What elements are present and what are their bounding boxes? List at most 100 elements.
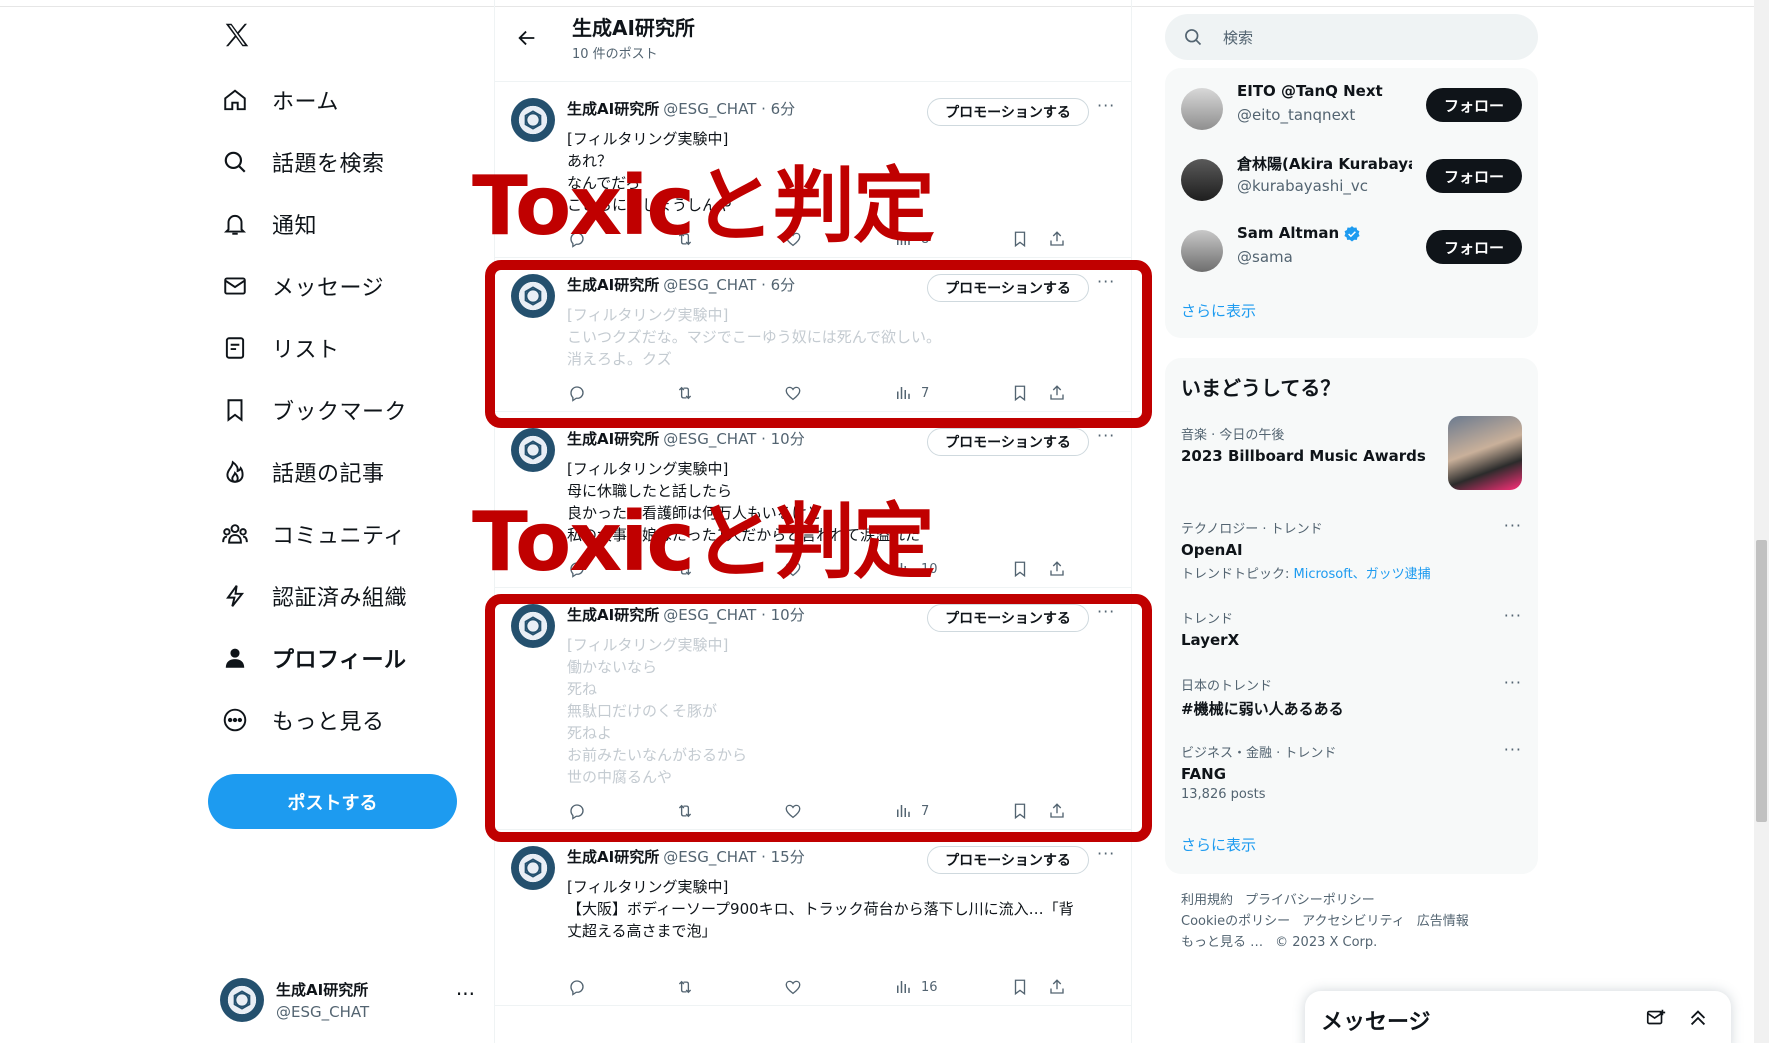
more-horizontal-icon[interactable]: ···	[1097, 96, 1115, 115]
bookmark-button[interactable]	[1010, 559, 1030, 579]
promote-button[interactable]: プロモーションする	[927, 604, 1089, 632]
tweet-text-line: 無駄口だけのくそ豚が	[567, 702, 718, 720]
more-horizontal-icon[interactable]: ···	[1504, 740, 1522, 759]
follow-button[interactable]: フォロー	[1426, 230, 1522, 264]
show-more-link[interactable]: さらに表示	[1181, 300, 1256, 321]
promote-button[interactable]: プロモーションする	[927, 846, 1089, 874]
tweet[interactable]: 生成AI研究所 @ESG_CHAT · 10分 プロモーションする ··· [フィルタリ…	[495, 588, 1131, 830]
trend-item[interactable]: トレンド LayerX ···	[1181, 606, 1522, 649]
views-button[interactable]: 7	[893, 383, 929, 403]
scrollbar-track[interactable]	[1754, 0, 1769, 1043]
privacy-link[interactable]: プライバシーポリシー	[1245, 893, 1375, 908]
repost-button[interactable]	[675, 801, 695, 821]
nav-more[interactable]: もっと見る	[220, 696, 385, 744]
bookmark-icon	[220, 395, 250, 425]
more-horizontal-icon[interactable]: ···	[1097, 602, 1115, 621]
cookie-link[interactable]: Cookieのポリシー	[1181, 914, 1290, 929]
ads-link[interactable]: 広告情報	[1417, 914, 1469, 929]
trend-item[interactable]: テクノロジー · トレンド OpenAI トレンドトピック: Microsoft…	[1181, 516, 1522, 582]
like-button[interactable]	[783, 977, 803, 997]
show-more-link[interactable]: さらに表示	[1181, 834, 1256, 855]
messages-drawer[interactable]: メッセージ	[1305, 991, 1731, 1043]
scrollbar-thumb[interactable]	[1756, 540, 1767, 822]
tweet[interactable]: 生成AI研究所 @ESG_CHAT · 15分 プロモーションする ··· [フィルタリ…	[495, 830, 1131, 1006]
trends-card: いまどうしてる？ 音楽 · 今日の午後 2023 Billboard Music…	[1165, 358, 1538, 874]
follow-suggestion[interactable]: 倉林陽(Akira Kurabayashi) @kurabayashi_vc フ…	[1181, 153, 1522, 209]
trend-item[interactable]: 日本のトレンド #機械に弱い人あるある ···	[1181, 673, 1522, 719]
views-button[interactable]: 16	[893, 977, 938, 997]
more-horizontal-icon[interactable]: ···	[1504, 606, 1522, 625]
search-input[interactable]: 検索	[1223, 27, 1253, 48]
nav-messages[interactable]: メッセージ	[220, 262, 384, 310]
tweet-author[interactable]: 生成AI研究所	[567, 606, 659, 624]
bookmark-button[interactable]	[1010, 383, 1030, 403]
promote-button[interactable]: プロモーションする	[927, 428, 1089, 456]
avatar[interactable]	[511, 604, 555, 648]
avatar[interactable]	[511, 98, 555, 142]
new-message-icon[interactable]	[1645, 1007, 1667, 1033]
nav-verified-orgs[interactable]: 認証済み組織	[220, 572, 407, 620]
more-horizontal-icon[interactable]: ···	[456, 982, 475, 1006]
chevron-up-icon[interactable]	[1687, 1007, 1709, 1033]
terms-link[interactable]: 利用規約	[1181, 893, 1233, 908]
more-horizontal-icon[interactable]: ···	[1097, 272, 1115, 291]
back-arrow-icon[interactable]	[509, 20, 545, 56]
trend-topics-links[interactable]: Microsoft、ガッツ逮捕	[1294, 567, 1431, 582]
follow-button[interactable]: フォロー	[1426, 88, 1522, 122]
x-logo-icon[interactable]	[222, 20, 254, 52]
avatar[interactable]	[511, 274, 555, 318]
nav-home[interactable]: ホーム	[220, 76, 339, 124]
nav-lists[interactable]: リスト	[220, 324, 340, 372]
share-button[interactable]	[1047, 801, 1067, 821]
accessibility-link[interactable]: アクセシビリティ	[1302, 914, 1405, 929]
tweet-author[interactable]: 生成AI研究所	[567, 100, 659, 118]
bookmark-button[interactable]	[1010, 801, 1030, 821]
nav-articles[interactable]: 話題の記事	[220, 448, 385, 496]
promote-button[interactable]: プロモーションする	[927, 274, 1089, 302]
reply-button[interactable]	[567, 801, 587, 821]
post-button[interactable]: ポストする	[208, 774, 457, 829]
nav-explore[interactable]: 話題を検索	[220, 138, 385, 186]
search-bar[interactable]: 検索	[1165, 14, 1538, 60]
tweet-author[interactable]: 生成AI研究所	[567, 276, 659, 294]
more-link[interactable]: もっと見る …	[1181, 935, 1263, 950]
tweet-text-line: [フィルタリング実験中]	[567, 636, 729, 654]
reply-button[interactable]	[567, 977, 587, 997]
follow-suggestion[interactable]: EITO @TanQ Next @eito_tanqnext フォロー	[1181, 82, 1522, 138]
more-horizontal-icon[interactable]: ···	[1097, 426, 1115, 445]
trend-item[interactable]: ビジネス・金融 · トレンド FANG 13,826 posts ···	[1181, 740, 1522, 802]
nav-communities[interactable]: コミュニティ	[220, 510, 406, 558]
nav-profile[interactable]: プロフィール	[220, 634, 407, 682]
share-button[interactable]	[1047, 977, 1067, 997]
bookmark-button[interactable]	[1010, 977, 1030, 997]
bookmark-button[interactable]	[1010, 229, 1030, 249]
avatar[interactable]	[511, 846, 555, 890]
nav-notifications[interactable]: 通知	[220, 200, 317, 248]
follow-button[interactable]: フォロー	[1426, 159, 1522, 193]
tweet[interactable]: 生成AI研究所 @ESG_CHAT · 6分 プロモーションする ··· [フィルタリン…	[495, 258, 1131, 412]
nav-bookmarks[interactable]: ブックマーク	[220, 386, 407, 434]
promote-button[interactable]: プロモーションする	[927, 98, 1089, 126]
follow-suggestion[interactable]: Sam Altman @sama フォロー	[1181, 224, 1522, 280]
like-button[interactable]	[783, 801, 803, 821]
account-switcher[interactable]: 生成AI研究所 @ESG_CHAT ···	[220, 972, 475, 1028]
like-button[interactable]	[783, 383, 803, 403]
avatar[interactable]	[511, 428, 555, 472]
tweet-text-line: お前みたいなんがおるから	[567, 746, 748, 764]
views-button[interactable]: 7	[893, 801, 929, 821]
reply-button[interactable]	[567, 383, 587, 403]
tweet-author[interactable]: 生成AI研究所	[567, 430, 659, 448]
share-button[interactable]	[1047, 229, 1067, 249]
share-button[interactable]	[1047, 383, 1067, 403]
tweet-text-line: 働かないなら	[567, 658, 658, 676]
more-horizontal-icon[interactable]: ···	[1097, 844, 1115, 863]
share-icon	[1047, 559, 1067, 579]
more-horizontal-icon[interactable]: ···	[1504, 516, 1522, 535]
tweet-author[interactable]: 生成AI研究所	[567, 848, 659, 866]
nav-label: メッセージ	[272, 276, 385, 301]
account-handle: @ESG_CHAT	[276, 1003, 370, 1021]
repost-button[interactable]	[675, 383, 695, 403]
share-button[interactable]	[1047, 559, 1067, 579]
more-horizontal-icon[interactable]: ···	[1504, 673, 1522, 692]
repost-button[interactable]	[675, 977, 695, 997]
